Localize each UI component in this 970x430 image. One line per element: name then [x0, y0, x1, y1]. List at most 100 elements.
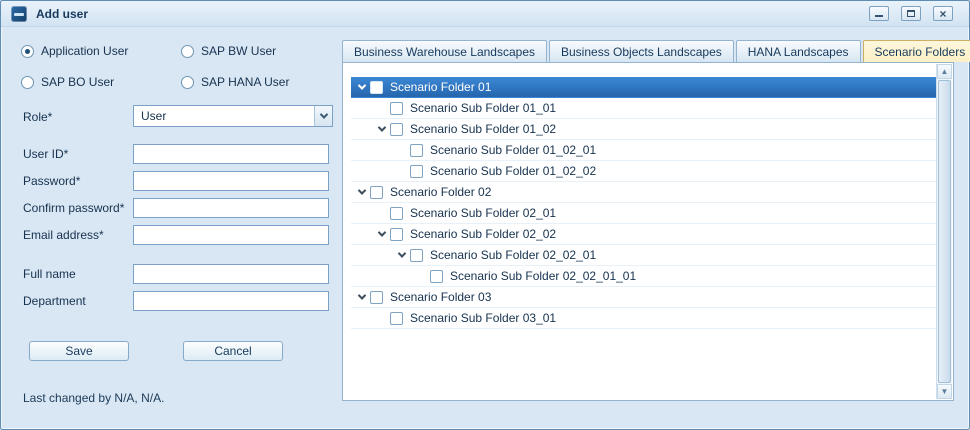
chevron-down-icon	[357, 291, 365, 299]
expand-toggle[interactable]	[393, 252, 410, 258]
radio-icon[interactable]	[181, 76, 194, 89]
tree-row-label: Scenario Folder 01	[390, 80, 491, 94]
tree-row-label: Scenario Folder 03	[390, 290, 491, 304]
full-name-label: Full name	[23, 267, 76, 281]
full-name-input[interactable]	[133, 264, 329, 284]
radio-sap-hana-user[interactable]: SAP HANA User	[181, 75, 333, 89]
chevron-down-icon	[397, 249, 405, 257]
close-button[interactable]: ×	[933, 6, 953, 21]
maximize-button[interactable]	[901, 6, 921, 21]
last-changed-note: Last changed by N/A, N/A.	[23, 391, 164, 405]
window-controls: ×	[869, 6, 959, 21]
scrollbar-thumb[interactable]	[938, 80, 951, 383]
scenario-folder-tree: Scenario Folder 01 Scenario Sub Folder 0…	[351, 64, 936, 399]
role-dropdown[interactable]: User	[133, 105, 333, 127]
tree-row[interactable]: Scenario Sub Folder 02_02	[351, 224, 936, 245]
chevron-down-icon	[319, 110, 327, 118]
tree-row-label: Scenario Sub Folder 02_02	[410, 227, 556, 241]
tree-row-label: Scenario Sub Folder 02_02_01	[430, 248, 596, 262]
vertical-scrollbar[interactable]: ▲ ▼	[936, 64, 952, 399]
role-dropdown-value: User	[134, 109, 314, 123]
role-label: Role*	[23, 110, 52, 124]
tree-row[interactable]: Scenario Sub Folder 01_02	[351, 119, 936, 140]
radio-label: Application User	[41, 44, 128, 58]
checkbox[interactable]	[390, 228, 403, 241]
title-bar[interactable]: Add user ×	[1, 1, 969, 27]
scroll-up-button[interactable]: ▲	[937, 64, 952, 79]
tree-row[interactable]: Scenario Sub Folder 02_02_01	[351, 245, 936, 266]
user-type-radio-group: Application User SAP BW User SAP BO User…	[21, 44, 333, 89]
chevron-down-icon	[357, 81, 365, 89]
tree-row-label: Scenario Sub Folder 01_02_02	[430, 164, 596, 178]
tree-row[interactable]: Scenario Sub Folder 02_01	[351, 203, 936, 224]
radio-icon[interactable]	[21, 76, 34, 89]
expand-toggle[interactable]	[353, 84, 370, 90]
radio-label: SAP BW User	[201, 44, 276, 58]
tree-row-label: Scenario Sub Folder 02_02_01_01	[450, 269, 636, 283]
cancel-button[interactable]: Cancel	[183, 341, 283, 361]
checkbox[interactable]	[390, 102, 403, 115]
tab-hana-landscapes[interactable]: HANA Landscapes	[736, 40, 861, 62]
radio-application-user[interactable]: Application User	[21, 44, 181, 58]
tree-row[interactable]: Scenario Folder 02	[351, 182, 936, 203]
email-input[interactable]	[133, 225, 329, 245]
tree-row-label: Scenario Sub Folder 01_02	[410, 122, 556, 136]
password-label: Password*	[23, 174, 80, 188]
minimize-button[interactable]	[869, 6, 889, 21]
checkbox[interactable]	[410, 165, 423, 178]
radio-sap-bo-user[interactable]: SAP BO User	[21, 75, 181, 89]
tree-row[interactable]: Scenario Sub Folder 01_01	[351, 98, 936, 119]
tree-row-label: Scenario Sub Folder 01_02_01	[430, 143, 596, 157]
landscape-tab-strip: Business Warehouse Landscapes Business O…	[342, 40, 970, 62]
radio-icon[interactable]	[181, 45, 194, 58]
save-button[interactable]: Save	[29, 341, 129, 361]
email-label: Email address*	[23, 228, 104, 242]
radio-icon[interactable]	[21, 45, 34, 58]
tree-row[interactable]: Scenario Sub Folder 01_02_01	[351, 140, 936, 161]
user-id-label: User ID*	[23, 147, 68, 161]
add-user-dialog: Add user × Application User SAP BW User …	[0, 0, 970, 430]
scroll-down-button[interactable]: ▼	[937, 384, 952, 399]
password-input[interactable]	[133, 171, 329, 191]
checkbox[interactable]	[410, 144, 423, 157]
department-input[interactable]	[133, 291, 329, 311]
tree-row[interactable]: Scenario Sub Folder 03_01	[351, 308, 936, 329]
tab-business-objects-landscapes[interactable]: Business Objects Landscapes	[549, 40, 734, 62]
checkbox[interactable]	[370, 186, 383, 199]
expand-toggle[interactable]	[353, 294, 370, 300]
department-label: Department	[23, 294, 86, 308]
checkbox[interactable]	[390, 123, 403, 136]
chevron-down-icon	[377, 123, 385, 131]
checkbox[interactable]	[390, 207, 403, 220]
tab-scenario-folders[interactable]: Scenario Folders	[863, 40, 970, 62]
chevron-down-icon	[357, 186, 365, 194]
role-dropdown-button[interactable]	[314, 106, 332, 126]
app-icon	[11, 6, 27, 22]
tree-row[interactable]: Scenario Folder 01	[351, 77, 936, 98]
checkbox[interactable]	[410, 249, 423, 262]
user-id-input[interactable]	[133, 144, 329, 164]
checkbox[interactable]	[370, 291, 383, 304]
expand-toggle[interactable]	[353, 189, 370, 195]
radio-label: SAP HANA User	[201, 75, 289, 89]
checkbox[interactable]	[430, 270, 443, 283]
minimize-icon	[875, 15, 883, 17]
radio-sap-bw-user[interactable]: SAP BW User	[181, 44, 333, 58]
tree-row[interactable]: Scenario Sub Folder 01_02_02	[351, 161, 936, 182]
tree-row-label: Scenario Folder 02	[390, 185, 491, 199]
tree-row-label: Scenario Sub Folder 02_01	[410, 206, 556, 220]
expand-toggle[interactable]	[373, 126, 390, 132]
tree-row-label: Scenario Sub Folder 01_01	[410, 101, 556, 115]
tab-business-warehouse-landscapes[interactable]: Business Warehouse Landscapes	[342, 40, 547, 62]
tree-row[interactable]: Scenario Sub Folder 02_02_01_01	[351, 266, 936, 287]
tree-row-label: Scenario Sub Folder 03_01	[410, 311, 556, 325]
tree-row[interactable]: Scenario Folder 03	[351, 287, 936, 308]
radio-label: SAP BO User	[41, 75, 114, 89]
confirm-password-input[interactable]	[133, 198, 329, 218]
checkbox[interactable]	[390, 312, 403, 325]
checkbox[interactable]	[370, 81, 383, 94]
close-icon: ×	[939, 8, 946, 20]
scenario-folders-panel: Scenario Folder 01 Scenario Sub Folder 0…	[342, 62, 954, 401]
window-title: Add user	[36, 7, 88, 21]
expand-toggle[interactable]	[373, 231, 390, 237]
